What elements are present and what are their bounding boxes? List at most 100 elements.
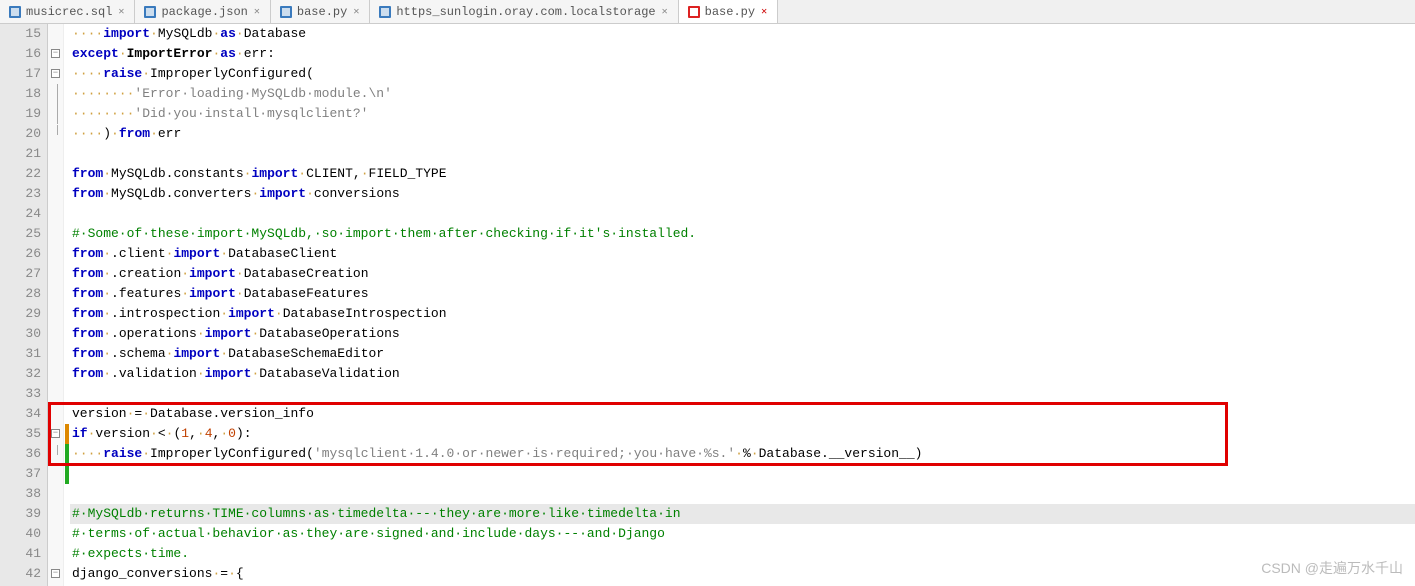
- fold-marker: [48, 544, 63, 564]
- fold-marker: [48, 364, 63, 384]
- code-line[interactable]: from·.client·import·DatabaseClient: [70, 244, 1415, 264]
- fold-marker: [48, 184, 63, 204]
- code-line[interactable]: from·.validation·import·DatabaseValidati…: [70, 364, 1415, 384]
- line-number: 38: [0, 484, 41, 504]
- change-marker: [65, 164, 69, 184]
- code-area[interactable]: ····import·MySQLdb·as·Databaseexcept·Imp…: [70, 24, 1415, 586]
- change-marker: [65, 264, 69, 284]
- fold-marker: [48, 464, 63, 484]
- change-marker: [65, 544, 69, 564]
- change-marker: [65, 344, 69, 364]
- line-number: 20: [0, 124, 41, 144]
- fold-marker: [48, 524, 63, 544]
- change-marker: [65, 524, 69, 544]
- code-line[interactable]: [70, 384, 1415, 404]
- line-number: 22: [0, 164, 41, 184]
- code-line[interactable]: from·.features·import·DatabaseFeatures: [70, 284, 1415, 304]
- fold-marker: [48, 144, 63, 164]
- code-line[interactable]: [70, 204, 1415, 224]
- line-number: 36: [0, 444, 41, 464]
- code-line[interactable]: django_conversions·=·{: [70, 564, 1415, 584]
- change-marker: [65, 404, 69, 424]
- fold-marker[interactable]: −: [48, 64, 63, 84]
- code-line[interactable]: ····raise·ImproperlyConfigured('mysqlcli…: [70, 444, 1415, 464]
- fold-marker: [48, 124, 63, 144]
- line-number: 21: [0, 144, 41, 164]
- code-line[interactable]: ····import·MySQLdb·as·Database: [70, 24, 1415, 44]
- line-number: 24: [0, 204, 41, 224]
- fold-marker: [48, 264, 63, 284]
- tab-3[interactable]: https_sunlogin.oray.com.localstorage ✕: [370, 0, 678, 23]
- code-line[interactable]: [70, 144, 1415, 164]
- change-marker: [65, 284, 69, 304]
- change-marker: [65, 204, 69, 224]
- change-marker: [65, 464, 69, 484]
- fold-marker[interactable]: −: [48, 564, 63, 584]
- fold-marker: [48, 404, 63, 424]
- fold-marker: [48, 244, 63, 264]
- line-number: 33: [0, 384, 41, 404]
- tab-2[interactable]: base.py✕: [271, 0, 370, 23]
- code-line[interactable]: [70, 484, 1415, 504]
- line-number: 29: [0, 304, 41, 324]
- file-icon: [378, 5, 392, 19]
- change-marker: [65, 244, 69, 264]
- code-line[interactable]: ····)·from·err: [70, 124, 1415, 144]
- close-icon[interactable]: ✕: [351, 6, 361, 18]
- code-line[interactable]: from·MySQLdb.constants·import·CLIENT,·FI…: [70, 164, 1415, 184]
- fold-marker[interactable]: −: [48, 44, 63, 64]
- code-line[interactable]: ········'Did·you·install·mysqlclient?': [70, 104, 1415, 124]
- change-marker: [65, 44, 69, 64]
- fold-marker: [48, 24, 63, 44]
- code-line[interactable]: ····raise·ImproperlyConfigured(: [70, 64, 1415, 84]
- close-icon[interactable]: ✕: [252, 6, 262, 18]
- code-line[interactable]: #·MySQLdb·returns·TIME·columns·as·timede…: [70, 504, 1415, 524]
- line-number: 18: [0, 84, 41, 104]
- fold-marker: [48, 304, 63, 324]
- code-line[interactable]: ········'Error·loading·MySQLdb·module.\n…: [70, 84, 1415, 104]
- line-number: 37: [0, 464, 41, 484]
- tab-0[interactable]: musicrec.sql ✕: [0, 0, 135, 23]
- line-number-gutter: 1516171819202122232425262728293031323334…: [0, 24, 48, 586]
- change-marker: [65, 484, 69, 504]
- fold-marker: [48, 444, 63, 464]
- code-line[interactable]: from·.creation·import·DatabaseCreation: [70, 264, 1415, 284]
- code-line[interactable]: from·.schema·import·DatabaseSchemaEditor: [70, 344, 1415, 364]
- change-marker: [65, 84, 69, 104]
- code-line[interactable]: [70, 464, 1415, 484]
- line-number: 27: [0, 264, 41, 284]
- tab-label: https_sunlogin.oray.com.localstorage: [396, 5, 655, 19]
- fold-marker[interactable]: −: [48, 424, 63, 444]
- change-marker: [65, 124, 69, 144]
- line-number: 39: [0, 504, 41, 524]
- close-icon[interactable]: ✕: [759, 6, 769, 18]
- line-number: 40: [0, 524, 41, 544]
- tab-label: musicrec.sql: [26, 5, 112, 19]
- fold-marker: [48, 504, 63, 524]
- code-line[interactable]: from·MySQLdb.converters·import·conversio…: [70, 184, 1415, 204]
- fold-marker: [48, 484, 63, 504]
- code-line[interactable]: from·.introspection·import·DatabaseIntro…: [70, 304, 1415, 324]
- code-line[interactable]: if·version·<·(1,·4,·0):: [70, 424, 1415, 444]
- line-number: 23: [0, 184, 41, 204]
- fold-marker: [48, 204, 63, 224]
- fold-marker: [48, 164, 63, 184]
- change-marker: [65, 104, 69, 124]
- line-number: 28: [0, 284, 41, 304]
- code-line[interactable]: from·.operations·import·DatabaseOperatio…: [70, 324, 1415, 344]
- fold-marker: [48, 384, 63, 404]
- tab-1[interactable]: package.json✕: [135, 0, 270, 23]
- code-line[interactable]: #·expects·time.: [70, 544, 1415, 564]
- code-line[interactable]: #·terms·of·actual·behavior·as·they·are·s…: [70, 524, 1415, 544]
- line-number: 34: [0, 404, 41, 424]
- line-number: 35: [0, 424, 41, 444]
- tab-label: base.py: [705, 5, 755, 19]
- fold-marker: [48, 84, 63, 104]
- tab-4[interactable]: base.py ✕: [679, 0, 778, 23]
- fold-column: −−−−: [48, 24, 64, 586]
- code-line[interactable]: except·ImportError·as·err:: [70, 44, 1415, 64]
- code-line[interactable]: #·Some·of·these·import·MySQLdb,·so·impor…: [70, 224, 1415, 244]
- close-icon[interactable]: ✕: [116, 6, 126, 18]
- close-icon[interactable]: ✕: [660, 6, 670, 18]
- code-line[interactable]: version·=·Database.version_info: [70, 404, 1415, 424]
